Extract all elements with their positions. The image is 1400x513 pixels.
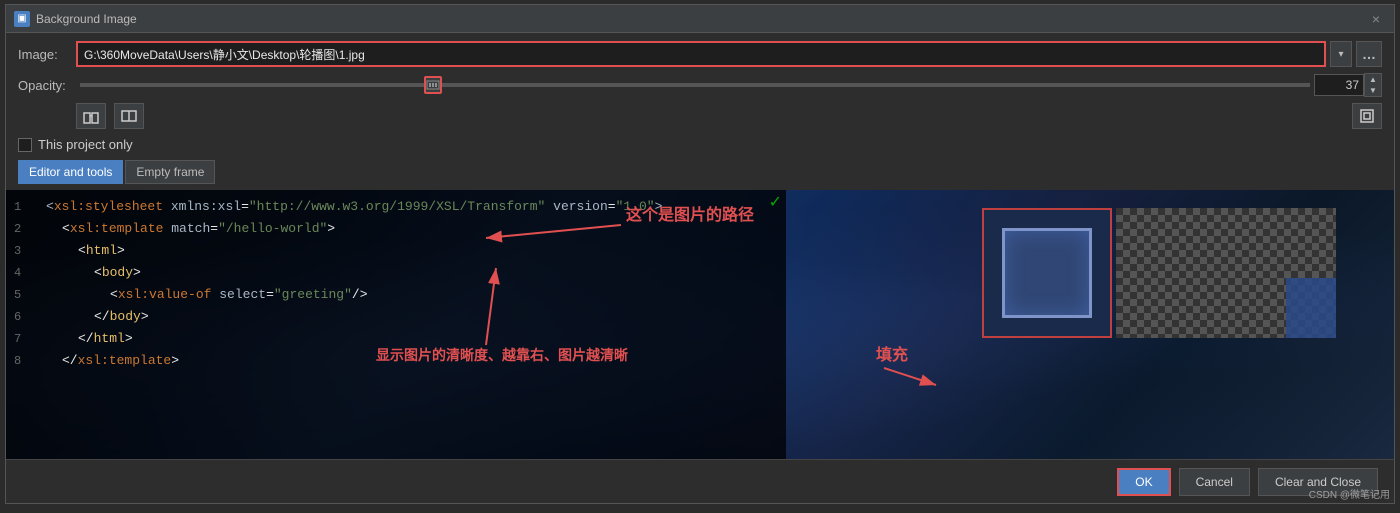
tab-editor-and-tools[interactable]: Editor and tools: [18, 160, 123, 184]
this-project-only-checkbox[interactable]: [18, 138, 32, 152]
code-line-3: 3 <html>: [6, 240, 786, 262]
image-input-wrapper: ▾ …: [76, 41, 1382, 67]
cancel-button[interactable]: Cancel: [1179, 468, 1250, 496]
main-content: ✓ 1 <xsl:stylesheet xmlns:xsl="http://ww…: [6, 190, 1394, 459]
image-label: Image:: [18, 47, 76, 62]
tool-button-2[interactable]: [114, 103, 144, 129]
browse-button[interactable]: …: [1356, 41, 1382, 67]
checkbox-row: This project only: [18, 133, 1382, 156]
ok-button[interactable]: OK: [1117, 468, 1170, 496]
bottom-bar: OK Cancel Clear and Close CSDN @微笔记用: [6, 459, 1394, 503]
code-line-6: 6 </body>: [6, 306, 786, 328]
background-image-dialog: ▣ Background Image × Image: ▾ … Opacity:: [5, 4, 1395, 504]
opacity-slider-track[interactable]: [80, 83, 1310, 87]
dialog-icon: ▣: [14, 11, 30, 27]
tab-empty-frame[interactable]: Empty frame: [125, 160, 215, 184]
path-dropdown-button[interactable]: ▾: [1330, 41, 1352, 67]
opacity-increment-button[interactable]: ▲: [1365, 74, 1381, 85]
image-path-input[interactable]: [76, 41, 1326, 67]
opacity-spinner: ▲ ▼: [1364, 73, 1382, 97]
opacity-label: Opacity:: [18, 78, 76, 93]
checkmark-icon: ✓: [769, 192, 782, 212]
code-line-5: 5 <xsl:value-of select="greeting"/>: [6, 284, 786, 306]
code-line-4: 4 <body>: [6, 262, 786, 284]
title-bar: ▣ Background Image ×: [6, 5, 1394, 33]
dialog-title: Background Image: [36, 12, 1366, 26]
right-panel: [974, 190, 1394, 459]
preview-square: [982, 208, 1112, 338]
code-line-1: 1 <xsl:stylesheet xmlns:xsl="http://www.…: [6, 196, 786, 218]
code-line-2: 2 <xsl:template match="/hello-world">: [6, 218, 786, 240]
checkered-panel: [1116, 208, 1336, 338]
dialog-body: Image: ▾ … Opacity:: [6, 33, 1394, 503]
code-editor[interactable]: ✓ 1 <xsl:stylesheet xmlns:xsl="http://ww…: [6, 190, 786, 459]
this-project-only-label: This project only: [38, 137, 133, 152]
opacity-slider-thumb[interactable]: [424, 76, 442, 94]
tabs-row: Editor and tools Empty frame: [18, 160, 1382, 184]
background-image-area: ✓ 1 <xsl:stylesheet xmlns:xsl="http://ww…: [6, 190, 1394, 459]
tool-button-1[interactable]: [76, 103, 106, 129]
preview-inner: [1002, 228, 1092, 318]
image-field-row: Image: ▾ …: [18, 41, 1382, 67]
blue-square: [1286, 278, 1336, 338]
top-section: Image: ▾ … Opacity:: [6, 33, 1394, 190]
watermark: CSDN @微笔记用: [1309, 486, 1390, 501]
opacity-decrement-button[interactable]: ▼: [1365, 85, 1381, 96]
opacity-row: Opacity: ▲ ▼: [18, 73, 1382, 97]
tools-row: [18, 103, 1382, 133]
svg-text:填充: 填充: [876, 345, 908, 364]
close-button[interactable]: ×: [1366, 9, 1386, 29]
opacity-value-input[interactable]: [1314, 74, 1364, 96]
code-line-7: 7 </html>: [6, 328, 786, 350]
tool-button-3[interactable]: [1352, 103, 1382, 129]
code-line-8: 8 </xsl:template>: [6, 350, 786, 372]
